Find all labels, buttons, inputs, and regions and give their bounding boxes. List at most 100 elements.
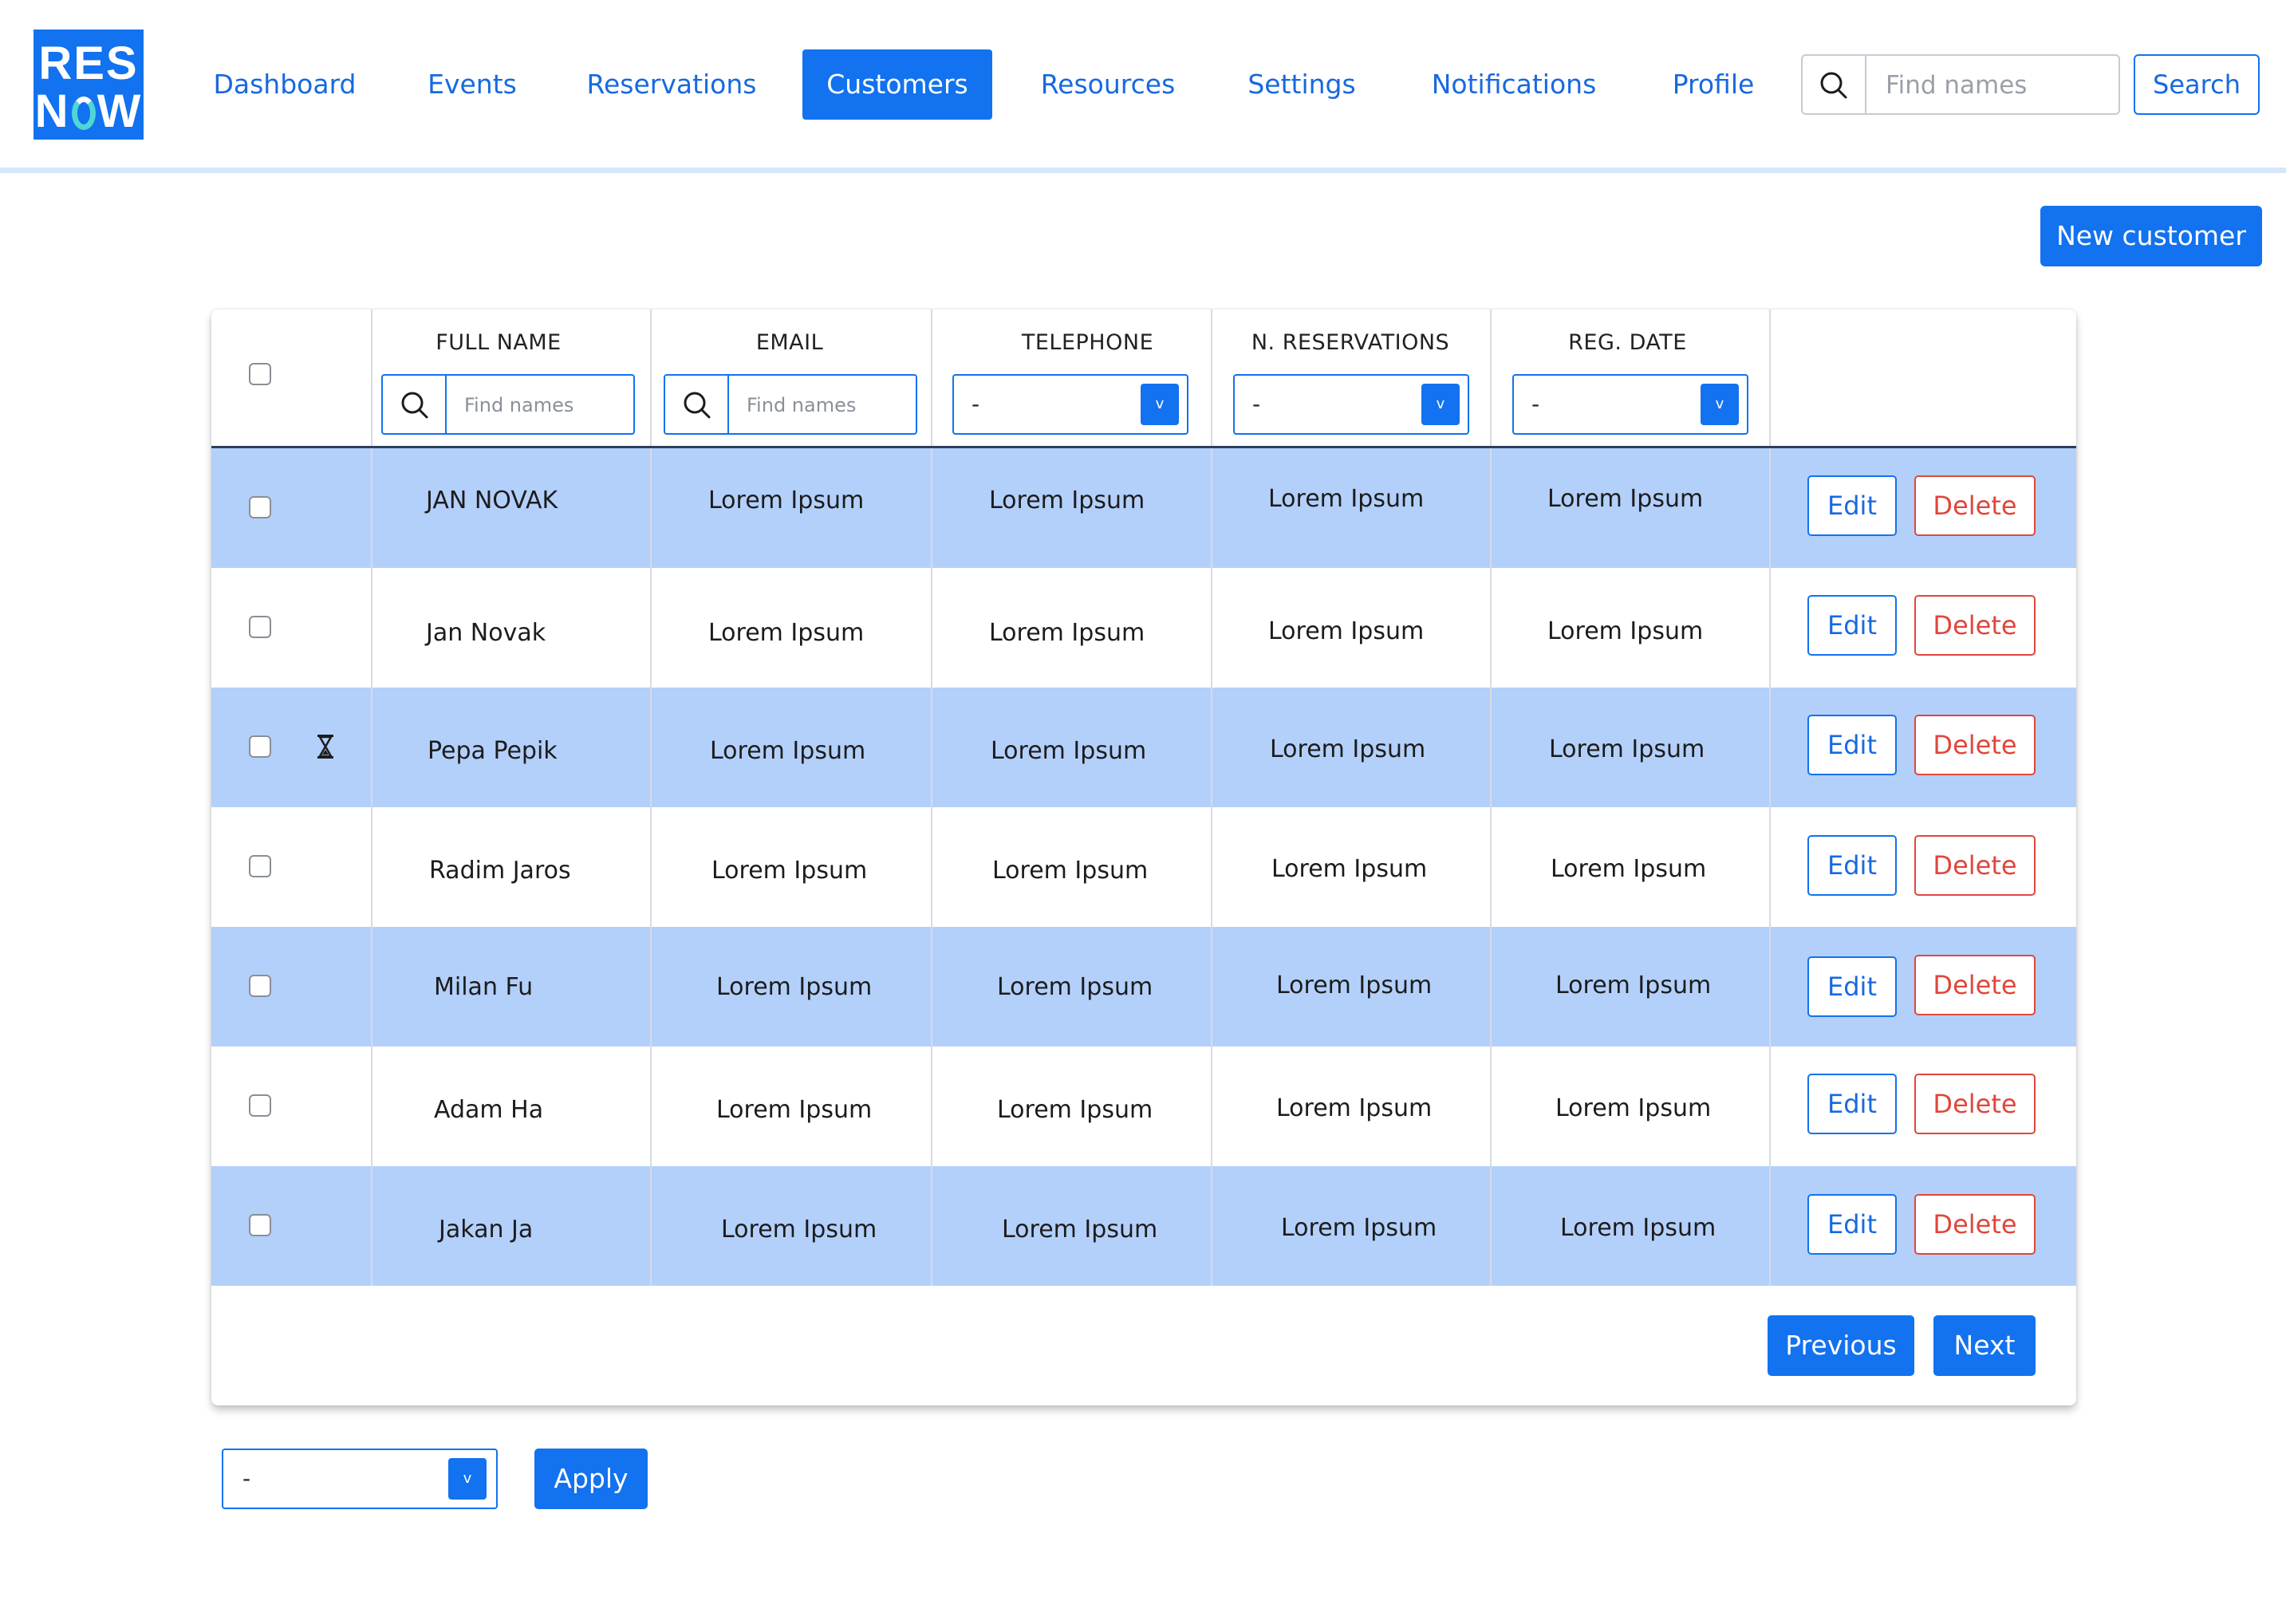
edit-button[interactable]: Edit [1807,595,1897,656]
apply-button[interactable]: Apply [534,1449,648,1509]
bulk-action-value: - [242,1465,251,1492]
cell-full-name: Milan Fu [434,973,534,1001]
cell-full-name: JAN NOVAK [426,487,558,514]
delete-button[interactable]: Delete [1914,1194,2036,1255]
cell-reg-date: Lorem Ipsum [1547,485,1704,513]
top-search-field [1801,54,2134,115]
cell-email: Lorem Ipsum [721,1216,877,1244]
cell-reservations: Lorem Ipsum [1268,617,1425,645]
cell-telephone: Lorem Ipsum [997,1096,1153,1124]
column-divider [1490,309,1492,1286]
column-divider [371,309,372,1286]
row-checkbox[interactable] [249,496,271,518]
cell-reservations: Lorem Ipsum [1268,485,1425,513]
cell-reg-date: Lorem Ipsum [1560,1214,1716,1242]
cell-email: Lorem Ipsum [711,857,868,885]
top-search-input[interactable] [1866,56,2134,115]
cell-telephone: Lorem Ipsum [992,857,1149,885]
reservations-filter-value: - [1252,391,1261,417]
previous-page-button[interactable]: Previous [1768,1315,1914,1376]
delete-button[interactable]: Delete [1914,475,2036,536]
cell-full-name: Adam Ha [434,1096,544,1124]
column-header-full-name[interactable]: FULL NAME [371,327,626,359]
nav-settings[interactable]: Settings [1238,49,1366,120]
column-divider [1211,309,1212,1286]
delete-button[interactable]: Delete [1914,835,2036,896]
column-header-email[interactable]: EMAIL [650,327,929,359]
email-filter-input[interactable] [729,376,932,435]
header-divider [211,446,2076,448]
column-header-telephone[interactable]: TELEPHONE [931,327,1244,359]
row-checkbox[interactable] [249,975,271,997]
chevron-down-icon: v [1701,384,1739,425]
cell-reg-date: Lorem Ipsum [1547,617,1704,645]
row-checkbox[interactable] [249,1094,271,1117]
reg-date-filter-select[interactable]: - v [1512,374,1748,435]
nav-notifications[interactable]: Notifications [1418,49,1610,120]
reg-date-filter-value: - [1531,391,1540,417]
nav-events[interactable]: Events [416,49,528,120]
edit-button[interactable]: Edit [1807,835,1897,896]
nav-profile[interactable]: Profile [1662,49,1764,120]
cell-reservations: Lorem Ipsum [1270,735,1426,763]
row-checkbox[interactable] [249,1214,271,1236]
cell-email: Lorem Ipsum [710,737,866,765]
chevron-down-icon: v [448,1458,487,1500]
logo-text-line2: NW [34,85,143,137]
search-icon [383,376,447,433]
column-divider [650,309,652,1286]
edit-button[interactable]: Edit [1807,1194,1897,1255]
next-page-button[interactable]: Next [1933,1315,2036,1376]
cell-full-name: Jakan Ja [439,1216,534,1244]
cell-reg-date: Lorem Ipsum [1555,1094,1712,1122]
cell-reg-date: Lorem Ipsum [1551,855,1707,883]
telephone-filter-select[interactable]: - v [952,374,1188,435]
column-divider [1769,309,1771,1286]
bulk-action-select[interactable]: - v [222,1449,498,1509]
name-filter-input[interactable] [447,376,649,435]
delete-button[interactable]: Delete [1914,595,2036,656]
row-checkbox[interactable] [249,855,271,877]
delete-button[interactable]: Delete [1914,1074,2036,1134]
cell-full-name: Radim Jaros [429,857,571,885]
nav-dashboard[interactable]: Dashboard [209,49,361,120]
email-filter [664,374,932,435]
select-all-checkbox[interactable] [249,363,271,385]
edit-button[interactable]: Edit [1807,1074,1897,1134]
search-icon [665,376,729,433]
cell-reg-date: Lorem Ipsum [1549,735,1705,763]
new-customer-button[interactable]: New customer [2040,206,2262,266]
cell-telephone: Lorem Ipsum [989,487,1145,514]
delete-button[interactable]: Delete [1914,955,2036,1015]
edit-button[interactable]: Edit [1807,956,1897,1017]
cell-telephone: Lorem Ipsum [991,737,1147,765]
cell-reg-date: Lorem Ipsum [1555,972,1712,999]
cell-reservations: Lorem Ipsum [1276,972,1433,999]
row-checkbox[interactable] [249,616,271,638]
cell-telephone: Lorem Ipsum [1002,1216,1158,1244]
logo-o-ring-icon [71,97,96,130]
nav-reservations[interactable]: Reservations [578,49,765,120]
reservations-filter-select[interactable]: - v [1233,374,1469,435]
hourglass-icon [316,734,335,759]
edit-button[interactable]: Edit [1807,715,1897,775]
cell-email: Lorem Ipsum [708,619,865,647]
nav-customers[interactable]: Customers [802,49,992,120]
telephone-filter-value: - [972,391,980,417]
column-header-reservations[interactable]: N. RESERVATIONS [1211,327,1490,359]
column-header-reg-date[interactable]: REG. DATE [1490,327,1765,359]
name-filter [381,374,649,435]
logo-text-line1: RES [38,37,139,89]
cell-full-name: Pepa Pepik [428,737,558,765]
row-checkbox[interactable] [249,735,271,758]
delete-button[interactable]: Delete [1914,715,2036,775]
top-search-button[interactable]: Search [2134,54,2260,115]
edit-button[interactable]: Edit [1807,475,1897,536]
chevron-down-icon: v [1141,384,1179,425]
column-divider [931,309,932,1286]
cell-telephone: Lorem Ipsum [997,973,1153,1001]
cell-email: Lorem Ipsum [716,1096,873,1124]
nav-resources[interactable]: Resources [1030,49,1186,120]
resnow-logo[interactable]: RES NW [34,30,144,140]
cell-email: Lorem Ipsum [708,487,865,514]
